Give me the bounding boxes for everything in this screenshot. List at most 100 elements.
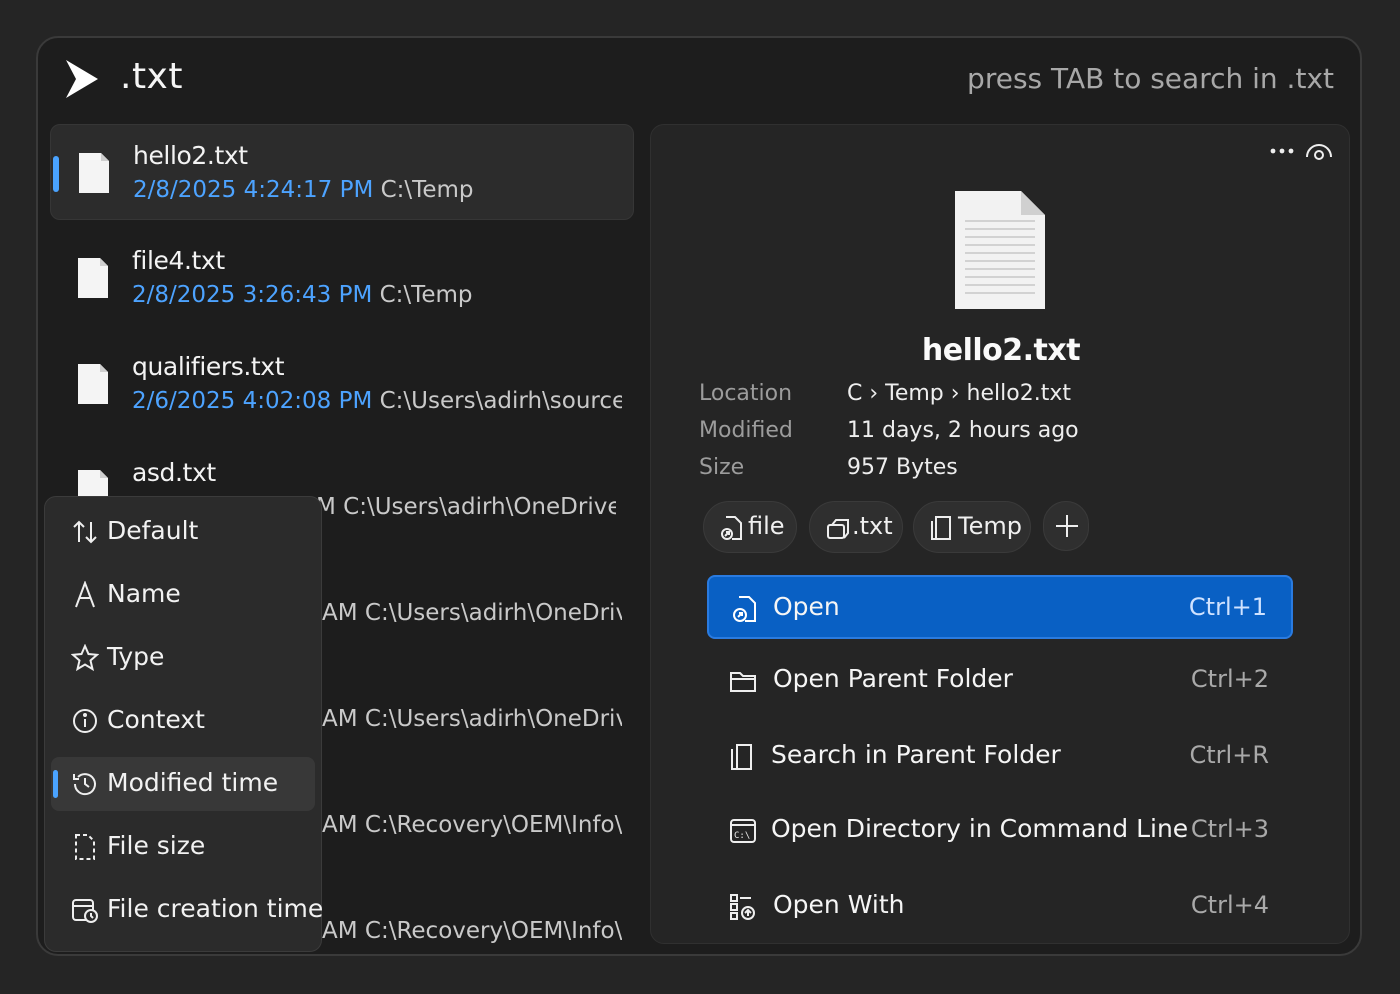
launcher-window: .txt press TAB to search in .txt hello2.… <box>36 36 1362 956</box>
result-path: M C:\Users\adirh\OneDrive\D <box>316 494 616 520</box>
sort-option-label: Name <box>107 579 181 608</box>
svg-text:C:\: C:\ <box>734 831 750 841</box>
location-label: Location <box>699 381 793 406</box>
sort-menu: Default Name Type Context Modified time … <box>44 496 323 952</box>
tag-label: file <box>748 512 785 540</box>
tag-label: .txt <box>852 512 893 540</box>
result-details: AM C:\Recovery\OEM\Info\de <box>322 812 622 838</box>
file-preview-icon <box>955 191 1045 309</box>
star-icon <box>71 644 99 672</box>
file-icon <box>79 153 109 193</box>
tag-folder[interactable]: Temp <box>913 501 1031 553</box>
sort-option-label: File size <box>107 831 206 860</box>
open-with-icon <box>730 894 755 920</box>
sort-option-name[interactable]: Name <box>51 568 315 622</box>
preview-panel: hello2.txt Location C › Temp › hello2.tx… <box>650 124 1350 944</box>
result-path: AM C:\Recovery\OEM\Info\de <box>322 812 622 838</box>
action-shortcut: Ctrl+4 <box>1190 891 1269 919</box>
size-label: Size <box>699 455 745 480</box>
action-label: Open <box>773 592 840 621</box>
location-value[interactable]: C › Temp › hello2.txt <box>847 381 1071 406</box>
search-hint: press TAB to search in .txt <box>967 62 1334 95</box>
result-name: file4.txt <box>132 246 225 275</box>
plus-icon <box>1056 515 1078 537</box>
sort-option-label: Default <box>107 516 199 545</box>
action-shortcut: Ctrl+1 <box>1188 593 1267 621</box>
folder-search-icon <box>931 516 951 540</box>
action-shortcut: Ctrl+2 <box>1190 665 1269 693</box>
action-open-command-line[interactable]: C:\ Open Directory in Command Line Ctrl+… <box>707 799 1293 863</box>
calendar-clock-icon <box>72 899 98 923</box>
action-open-parent-folder[interactable]: Open Parent Folder Ctrl+2 <box>707 649 1293 713</box>
action-shortcut: Ctrl+R <box>1189 741 1270 769</box>
tag-file[interactable]: file <box>703 501 797 553</box>
file-open-icon <box>721 516 742 540</box>
selection-indicator <box>53 770 58 798</box>
result-date: 2/8/2025 3:26:43 PM <box>132 282 373 308</box>
letter-a-icon <box>75 581 95 608</box>
eye-icon[interactable] <box>1305 139 1333 163</box>
history-icon <box>73 773 96 796</box>
action-open[interactable]: Open Ctrl+1 <box>707 575 1293 639</box>
result-item[interactable]: qualifiers.txt 2/6/2025 4:02:08 PM C:\Us… <box>50 336 634 432</box>
size-value: 957 Bytes <box>847 455 958 480</box>
action-label: Open With <box>773 890 905 919</box>
result-details: 2/6/2025 4:02:08 PM C:\Users\adirh\sourc… <box>132 388 622 414</box>
result-path: AM C:\Users\adirh\OneDrive\I <box>322 706 622 732</box>
sort-option-label: Modified time <box>107 768 279 797</box>
preview-title: hello2.txt <box>921 333 1081 368</box>
result-item[interactable]: file4.txt 2/8/2025 3:26:43 PM C:\Temp <box>50 230 634 326</box>
result-details: 2/8/2025 3:26:43 PM C:\Temp <box>132 282 622 308</box>
folder-icon <box>730 672 756 692</box>
file-icon <box>78 364 108 404</box>
result-path: AM C:\Recovery\OEM\Info\de <box>322 918 622 944</box>
result-name: hello2.txt <box>133 141 248 170</box>
result-date: 2/6/2025 4:02:08 PM <box>132 388 373 414</box>
extension-icon <box>827 519 849 539</box>
action-open-with[interactable]: Open With Ctrl+4 <box>707 875 1293 939</box>
info-icon <box>73 709 97 733</box>
result-details: AM C:\Users\adirh\OneDrive\I <box>322 706 622 732</box>
modified-label: Modified <box>699 418 793 443</box>
sort-option-label: File creation time <box>107 894 324 923</box>
file-size-icon <box>75 834 95 860</box>
action-label: Search in Parent Folder <box>771 740 1061 769</box>
sort-arrows-icon <box>73 520 97 544</box>
result-name: asd.txt <box>132 458 216 487</box>
result-details: M C:\Users\adirh\OneDrive\D <box>316 494 616 520</box>
selection-indicator <box>53 156 59 192</box>
result-path: C:\Temp <box>380 177 474 203</box>
result-details: AM C:\Recovery\OEM\Info\de <box>322 918 622 944</box>
result-details: AM C:\Users\adirh\OneDrive\[ <box>322 600 622 626</box>
file-icon <box>78 258 108 298</box>
action-label: Open Directory in Command Line <box>771 814 1189 843</box>
more-options-icon[interactable] <box>1269 141 1295 161</box>
sort-option-context[interactable]: Context <box>51 694 315 748</box>
terminal-icon: C:\ <box>730 819 756 843</box>
result-path: AM C:\Users\adirh\OneDrive\[ <box>322 600 622 626</box>
result-name: qualifiers.txt <box>132 352 285 381</box>
sort-option-file-size[interactable]: File size <box>51 820 315 874</box>
result-path: C:\Users\adirh\source\repo <box>379 388 622 414</box>
result-path: C:\Temp <box>379 282 473 308</box>
sort-option-type[interactable]: Type <box>51 631 315 685</box>
result-item[interactable]: hello2.txt 2/8/2025 4:24:17 PM C:\Temp <box>50 124 634 220</box>
result-date: 2/8/2025 4:24:17 PM <box>133 177 374 203</box>
sort-option-label: Context <box>107 705 205 734</box>
action-shortcut: Ctrl+3 <box>1190 815 1269 843</box>
chevron-right-icon <box>66 60 98 98</box>
action-label: Open Parent Folder <box>773 664 1013 693</box>
sort-option-modified-time[interactable]: Modified time <box>51 757 315 811</box>
modified-value: 11 days, 2 hours ago <box>847 418 1079 443</box>
add-tag-button[interactable] <box>1043 501 1089 551</box>
result-details: 2/8/2025 4:24:17 PM C:\Temp <box>133 177 623 203</box>
action-search-parent-folder[interactable]: Search in Parent Folder Ctrl+R <box>707 725 1293 789</box>
sort-option-file-creation-time[interactable]: File creation time <box>51 883 323 937</box>
open-file-icon <box>733 596 756 622</box>
search-input[interactable]: .txt <box>120 56 183 97</box>
sort-option-label: Type <box>107 642 165 671</box>
tag-label: Temp <box>958 512 1022 540</box>
folder-search-icon <box>731 744 752 770</box>
tag-extension[interactable]: .txt <box>809 501 903 553</box>
sort-option-default[interactable]: Default <box>51 505 315 559</box>
